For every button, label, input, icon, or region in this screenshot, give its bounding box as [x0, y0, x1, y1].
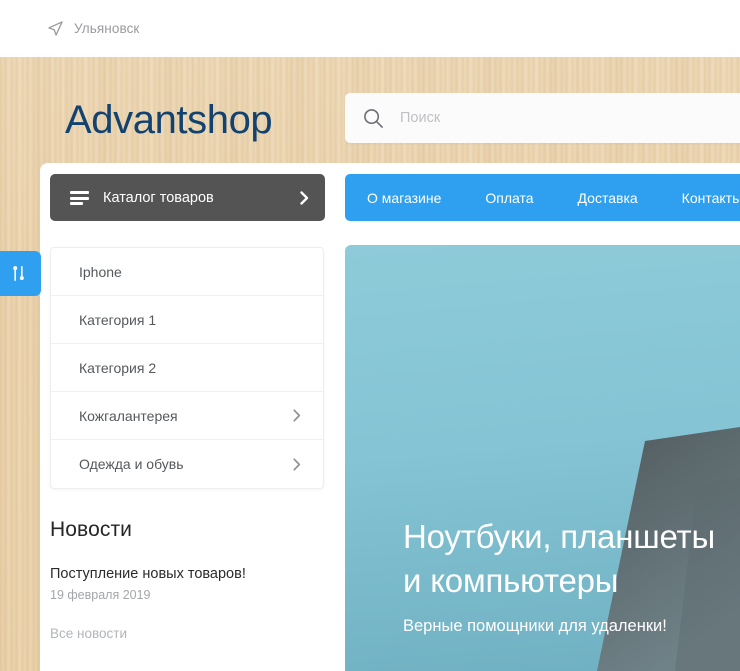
page-root: Ульяновск Advantshop Каталог товаров О м — [0, 0, 740, 671]
nav-item-about[interactable]: О магазине — [367, 190, 441, 206]
city-label: Ульяновск — [74, 21, 139, 36]
site-logo[interactable]: Advantshop — [65, 96, 272, 144]
filter-toggle-tab[interactable] — [0, 251, 41, 296]
search-icon — [363, 108, 384, 129]
catalog-button-label: Каталог товаров — [103, 190, 300, 206]
category-item-category-2[interactable]: Категория 2 — [51, 344, 323, 392]
category-item-label: Кожгалантерея — [79, 408, 293, 424]
chevron-right-icon — [300, 191, 309, 205]
category-item-label: Одежда и обувь — [79, 456, 293, 472]
nav-item-contacts[interactable]: Контакты — [682, 190, 740, 206]
city-selector[interactable]: Ульяновск — [48, 21, 139, 36]
category-item-label: Категория 1 — [79, 312, 301, 328]
nav-item-delivery[interactable]: Доставка — [578, 190, 638, 206]
search-box[interactable] — [345, 93, 740, 143]
banner-headline-line2: и компьютеры — [403, 559, 740, 603]
chevron-right-icon — [293, 458, 301, 471]
banner-headline-line1: Ноутбуки, планшеты — [403, 515, 740, 559]
news-item-title[interactable]: Поступление новых товаров! — [50, 566, 330, 582]
banner-text-group: Ноутбуки, планшеты и компьютеры Верные п… — [403, 515, 740, 636]
category-item-label: Категория 2 — [79, 360, 301, 376]
banner-subtitle: Верные помощники для удаленки! — [403, 617, 740, 636]
nav-item-payment[interactable]: Оплата — [485, 190, 533, 206]
category-item-leather-goods[interactable]: Кожгалантерея — [51, 392, 323, 440]
promo-banner[interactable]: Ноутбуки, планшеты и компьютеры Верные п… — [345, 245, 740, 671]
catalog-button[interactable]: Каталог товаров — [50, 174, 325, 221]
location-arrow-icon — [48, 21, 63, 36]
category-item-iphone[interactable]: Iphone — [51, 248, 323, 296]
category-item-label: Iphone — [79, 264, 301, 280]
search-input[interactable] — [400, 110, 730, 126]
main-navigation[interactable]: О магазине Оплата Доставка Контакты — [345, 174, 740, 221]
news-block: Новости Поступление новых товаров! 19 фе… — [50, 518, 330, 643]
hamburger-icon — [70, 191, 89, 204]
sliders-icon — [9, 264, 28, 283]
category-item-category-1[interactable]: Категория 1 — [51, 296, 323, 344]
news-item-date: 19 февраля 2019 — [50, 588, 330, 602]
category-item-clothes-and-shoes[interactable]: Одежда и обувь — [51, 440, 323, 488]
chevron-right-icon — [293, 409, 301, 422]
news-heading: Новости — [50, 518, 330, 542]
top-utility-bar: Ульяновск — [0, 0, 740, 57]
all-news-link[interactable]: Все новости — [50, 626, 127, 641]
category-list: Iphone Категория 1 Категория 2 Кожгалант… — [50, 247, 324, 489]
